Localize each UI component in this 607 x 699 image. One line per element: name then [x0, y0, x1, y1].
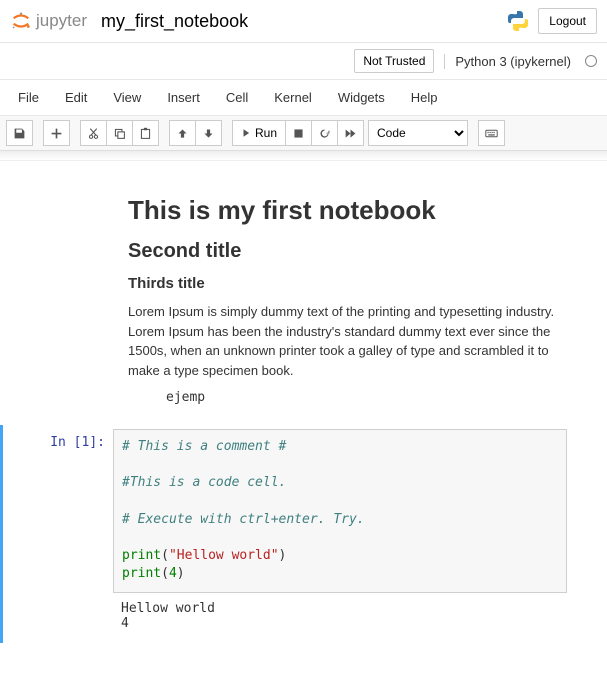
fast-forward-icon — [344, 127, 357, 140]
run-button[interactable]: Run — [232, 120, 286, 146]
restart-run-all-button[interactable] — [338, 120, 364, 146]
heading-1: This is my first notebook — [128, 195, 567, 226]
menu-cell[interactable]: Cell — [214, 84, 260, 111]
jupyter-icon — [10, 10, 32, 32]
stop-icon — [292, 127, 305, 140]
move-up-button[interactable] — [169, 120, 196, 146]
save-icon — [13, 127, 26, 140]
trust-button[interactable]: Not Trusted — [354, 49, 434, 73]
play-icon — [241, 128, 251, 138]
input-prompt: In [1]: — [3, 429, 113, 639]
code-input[interactable]: # This is a comment # #This is a code ce… — [113, 429, 567, 593]
heading-3: Thirds title — [128, 275, 567, 292]
restart-icon — [318, 127, 331, 140]
paragraph: Lorem Ipsum is simply dummy text of the … — [128, 302, 567, 380]
menu-help[interactable]: Help — [399, 84, 450, 111]
copy-button[interactable] — [107, 120, 133, 146]
paste-icon — [139, 127, 152, 140]
notebook-name[interactable]: my_first_notebook — [101, 11, 506, 32]
menu-file[interactable]: File — [6, 84, 51, 111]
heading-2: Second title — [128, 240, 567, 263]
menu-view[interactable]: View — [101, 84, 153, 111]
paste-button[interactable] — [133, 120, 159, 146]
python-icon — [506, 9, 530, 33]
arrow-up-icon — [176, 127, 189, 140]
cut-icon — [87, 127, 100, 140]
menu-widgets[interactable]: Widgets — [326, 84, 397, 111]
move-down-button[interactable] — [196, 120, 222, 146]
notebook-area: This is my first notebook Second title T… — [0, 161, 607, 663]
restart-button[interactable] — [312, 120, 338, 146]
menu-insert[interactable]: Insert — [155, 84, 212, 111]
kernel-name[interactable]: Python 3 (ipykernel) — [444, 54, 571, 69]
jupyter-text: jupyter — [36, 11, 87, 31]
cell-type-select[interactable]: Code — [368, 120, 468, 146]
separator — [0, 151, 607, 161]
keyboard-icon — [485, 127, 498, 140]
menu-kernel[interactable]: Kernel — [262, 84, 324, 111]
interrupt-button[interactable] — [286, 120, 312, 146]
input-area: # This is a comment # #This is a code ce… — [113, 429, 567, 639]
kernel-indicator-icon — [585, 55, 597, 67]
run-label: Run — [255, 126, 277, 140]
command-palette-button[interactable] — [478, 120, 505, 146]
menu-edit[interactable]: Edit — [53, 84, 99, 111]
arrow-down-icon — [202, 127, 215, 140]
toolbar: Run Code — [0, 116, 607, 151]
markdown-cell[interactable]: This is my first notebook Second title T… — [128, 195, 587, 405]
output-area: Hellow world 4 — [113, 593, 567, 639]
code-cell[interactable]: In [1]: # This is a comment # #This is a… — [0, 425, 587, 643]
save-button[interactable] — [6, 120, 33, 146]
cut-button[interactable] — [80, 120, 107, 146]
insert-cell-button[interactable] — [43, 120, 70, 146]
copy-icon — [113, 127, 126, 140]
menubar: File Edit View Insert Cell Kernel Widget… — [0, 80, 607, 116]
plus-icon — [50, 127, 63, 140]
logout-button[interactable]: Logout — [538, 8, 597, 34]
jupyter-logo[interactable]: jupyter — [10, 10, 87, 32]
code-sample: ejemp — [166, 390, 567, 405]
subheader: Not Trusted Python 3 (ipykernel) — [0, 43, 607, 80]
header: jupyter my_first_notebook Logout — [0, 0, 607, 43]
